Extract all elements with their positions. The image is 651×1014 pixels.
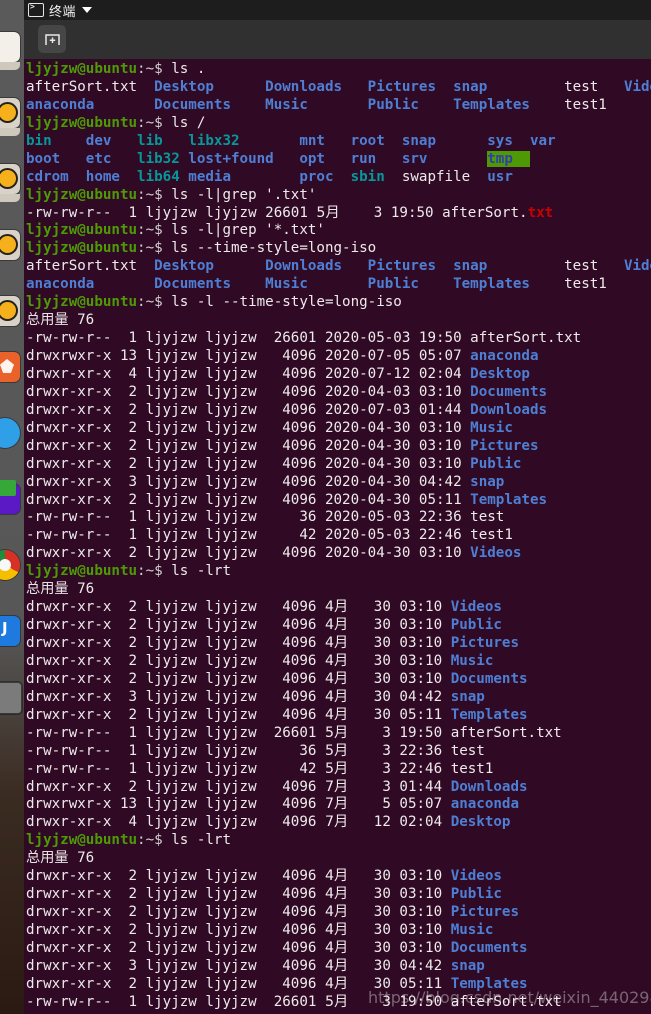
terminal-prompt-line: ljyjzw@ubuntu:~$ ls -lrt [26, 563, 232, 580]
dock-item-app-amber-3[interactable] [0, 230, 20, 260]
new-tab-button[interactable] [38, 25, 66, 53]
terminal-long-listing-row: drwxr-xr-x 2 ljyjzw ljyjzw 4096 4月 30 03… [26, 886, 502, 903]
terminal-listing-row: boot etc lib32 lost+found opt run srv tm… [26, 150, 530, 167]
screen: 终端 ljyjzw@ubuntu:~$ ls .afterSort.txt De… [0, 0, 651, 1014]
dock-item-app-amber-2-indicator [0, 194, 20, 202]
terminal-total-line: 总用量 76 [26, 581, 95, 598]
terminal-icon [28, 2, 44, 17]
terminal-long-listing-row: -rw-rw-r-- 1 ljyjzw ljyjzw 42 5月 3 22:46… [26, 760, 494, 777]
terminal-long-listing-row: -rw-rw-r-- 1 ljyjzw ljyjzw 26601 5月 3 19… [26, 993, 562, 1010]
terminal-prompt-line: ljyjzw@ubuntu:~$ ls -l|grep '*.txt' [26, 222, 325, 239]
terminal-long-listing-row: drwxr-xr-x 2 ljyjzw ljyjzw 4096 4月 30 03… [26, 635, 520, 651]
dock-item-app-amber-1-indicator [0, 128, 20, 136]
dock-item-ubuntu-software[interactable] [0, 352, 20, 382]
dock-item-app-amber-4[interactable] [0, 296, 20, 326]
window-title: 终端 [49, 4, 77, 20]
terminal-long-listing-row: drwxrwxr-x 13 ljyjzw ljyjzw 4096 7月 5 05… [26, 796, 520, 813]
terminal-grep-row: -rw-rw-r-- 1 ljyjzw ljyjzw 26601 5月 3 19… [26, 204, 554, 221]
dock-item-app-amber-1[interactable] [0, 98, 20, 128]
terminal-prompt-line: ljyjzw@ubuntu:~$ ls -l --time-style=long… [26, 294, 402, 311]
terminal-prompt-line: ljyjzw@ubuntu:~$ ls / [26, 114, 206, 131]
terminal-listing-row: afterSort.txt Desktop Downloads Pictures… [26, 258, 651, 275]
terminal-listing-row: afterSort.txt Desktop Downloads Pictures… [26, 78, 651, 95]
terminal-listing-row: anaconda Documents Music Public Template… [26, 276, 624, 293]
terminal-listing-row: cdrom home lib64 media proc sbin swapfil… [26, 168, 513, 185]
terminal-long-listing-row: drwxr-xr-x 4 ljyjzw ljyjzw 4096 2020-07-… [26, 365, 530, 382]
terminal-prompt-line: ljyjzw@ubuntu:~$ ls -l|grep '.txt' [26, 186, 317, 203]
ubuntu-dock[interactable] [0, 0, 24, 1014]
terminal-long-listing-row: drwxr-xr-x 2 ljyjzw ljyjzw 4096 4月 30 03… [26, 617, 502, 634]
terminal-long-listing-row: drwxr-xr-x 3 ljyjzw ljyjzw 4096 4月 30 04… [26, 957, 485, 974]
terminal-prompt-line: ljyjzw@ubuntu:~$ ls -lrt [26, 832, 232, 849]
terminal-long-listing-row: -rw-rw-r-- 1 ljyjzw ljyjzw 36 5月 3 22:36… [26, 742, 485, 759]
terminal-listing-row: bin dev lib libx32 mnt root snap sys var [26, 132, 556, 149]
terminal-long-listing-row: drwxr-xr-x 2 ljyjzw ljyjzw 4096 4月 30 05… [26, 975, 528, 992]
terminal-long-listing-row: -rw-rw-r-- 1 ljyjzw ljyjzw 42 2020-05-03… [26, 527, 513, 544]
terminal-long-listing-row: drwxr-xr-x 2 ljyjzw ljyjzw 4096 2020-04-… [26, 491, 548, 508]
terminal-long-listing-row: drwxr-xr-x 2 ljyjzw ljyjzw 4096 4月 30 05… [26, 706, 528, 723]
terminal-long-listing-row: drwxr-xr-x 2 ljyjzw ljyjzw 4096 2020-04-… [26, 383, 548, 400]
terminal-long-listing-row: drwxr-xr-x 2 ljyjzw ljyjzw 4096 2020-04-… [26, 545, 522, 562]
terminal-long-listing-row: drwxr-xr-x 2 ljyjzw ljyjzw 4096 2020-04-… [26, 437, 539, 454]
terminal-total-line: 总用量 76 [26, 312, 95, 329]
terminal-long-listing-row: drwxr-xr-x 2 ljyjzw ljyjzw 4096 4月 30 03… [26, 868, 502, 885]
terminal-long-listing-row: drwxrwxr-x 13 ljyjzw ljyjzw 4096 2020-07… [26, 348, 539, 364]
terminal-long-listing-row: drwxr-xr-x 2 ljyjzw ljyjzw 4096 4月 30 03… [26, 904, 520, 921]
terminal-long-listing-row: drwxr-xr-x 2 ljyjzw ljyjzw 4096 4月 30 03… [26, 652, 494, 669]
terminal-output-area[interactable]: ljyjzw@ubuntu:~$ ls . afterSort.txt Deskt… [24, 59, 651, 1014]
terminal-long-listing-row: drwxr-xr-x 3 ljyjzw ljyjzw 4096 2020-04-… [26, 473, 505, 490]
chevron-down-icon[interactable] [82, 7, 93, 13]
terminal-long-listing-row: drwxr-xr-x 2 ljyjzw ljyjzw 4096 4月 30 03… [26, 599, 502, 616]
terminal-prompt-line: ljyjzw@ubuntu:~$ ls --time-style=long-is… [26, 240, 377, 257]
terminal-long-listing-row: drwxr-xr-x 2 ljyjzw ljyjzw 4096 2020-04-… [26, 455, 522, 472]
terminal-long-listing-row: drwxr-xr-x 4 ljyjzw ljyjzw 4096 7月 12 02… [26, 814, 511, 831]
terminal-prompt-line: ljyjzw@ubuntu:~$ ls . [26, 61, 206, 77]
terminal-long-listing-row: drwxr-xr-x 3 ljyjzw ljyjzw 4096 4月 30 04… [26, 688, 485, 705]
terminal-long-listing-row: drwxr-xr-x 2 ljyjzw ljyjzw 4096 2020-07-… [26, 401, 548, 418]
terminal-total-line: 总用量 76 [26, 850, 95, 867]
terminal-long-listing-row: drwxr-xr-x 2 ljyjzw ljyjzw 4096 4月 30 03… [26, 922, 494, 938]
dock-item-jetbrains-ide[interactable] [0, 616, 20, 646]
terminal-long-listing-row: drwxr-xr-x 2 ljyjzw ljyjzw 4096 2020-04-… [26, 419, 513, 436]
dock-item-thunderbird[interactable] [0, 418, 20, 448]
dock-item-files-indicator [0, 62, 20, 70]
dock-item-google-chrome[interactable] [0, 550, 20, 580]
dock-item-files[interactable] [0, 32, 20, 62]
terminal-long-listing-row: -rw-rw-r-- 1 ljyjzw ljyjzw 26601 5月 3 19… [26, 724, 562, 741]
terminal-long-listing-row: -rw-rw-r-- 1 ljyjzw ljyjzw 36 2020-05-03… [26, 509, 505, 526]
terminal-lines: ljyjzw@ubuntu:~$ ls . afterSort.txt Deskt… [24, 59, 651, 1012]
terminal-long-listing-row: -rw-rw-r-- 1 ljyjzw ljyjzw 26601 2020-05… [26, 330, 582, 347]
dock-item-trash[interactable] [0, 682, 22, 714]
terminal-listing-row: anaconda Documents Music Public Template… [26, 96, 624, 113]
terminal-long-listing-row: drwxr-xr-x 2 ljyjzw ljyjzw 4096 4月 30 03… [26, 939, 528, 956]
dock-item-vs-code[interactable] [0, 480, 20, 514]
window-titlebar: 终端 [24, 0, 651, 20]
terminal-long-listing-row: drwxr-xr-x 2 ljyjzw ljyjzw 4096 4月 30 03… [26, 670, 528, 687]
terminal-long-listing-row: drwxr-xr-x 2 ljyjzw ljyjzw 4096 7月 3 01:… [26, 778, 528, 795]
dock-item-app-amber-2[interactable] [0, 164, 20, 194]
terminal-toolbar [24, 20, 651, 59]
